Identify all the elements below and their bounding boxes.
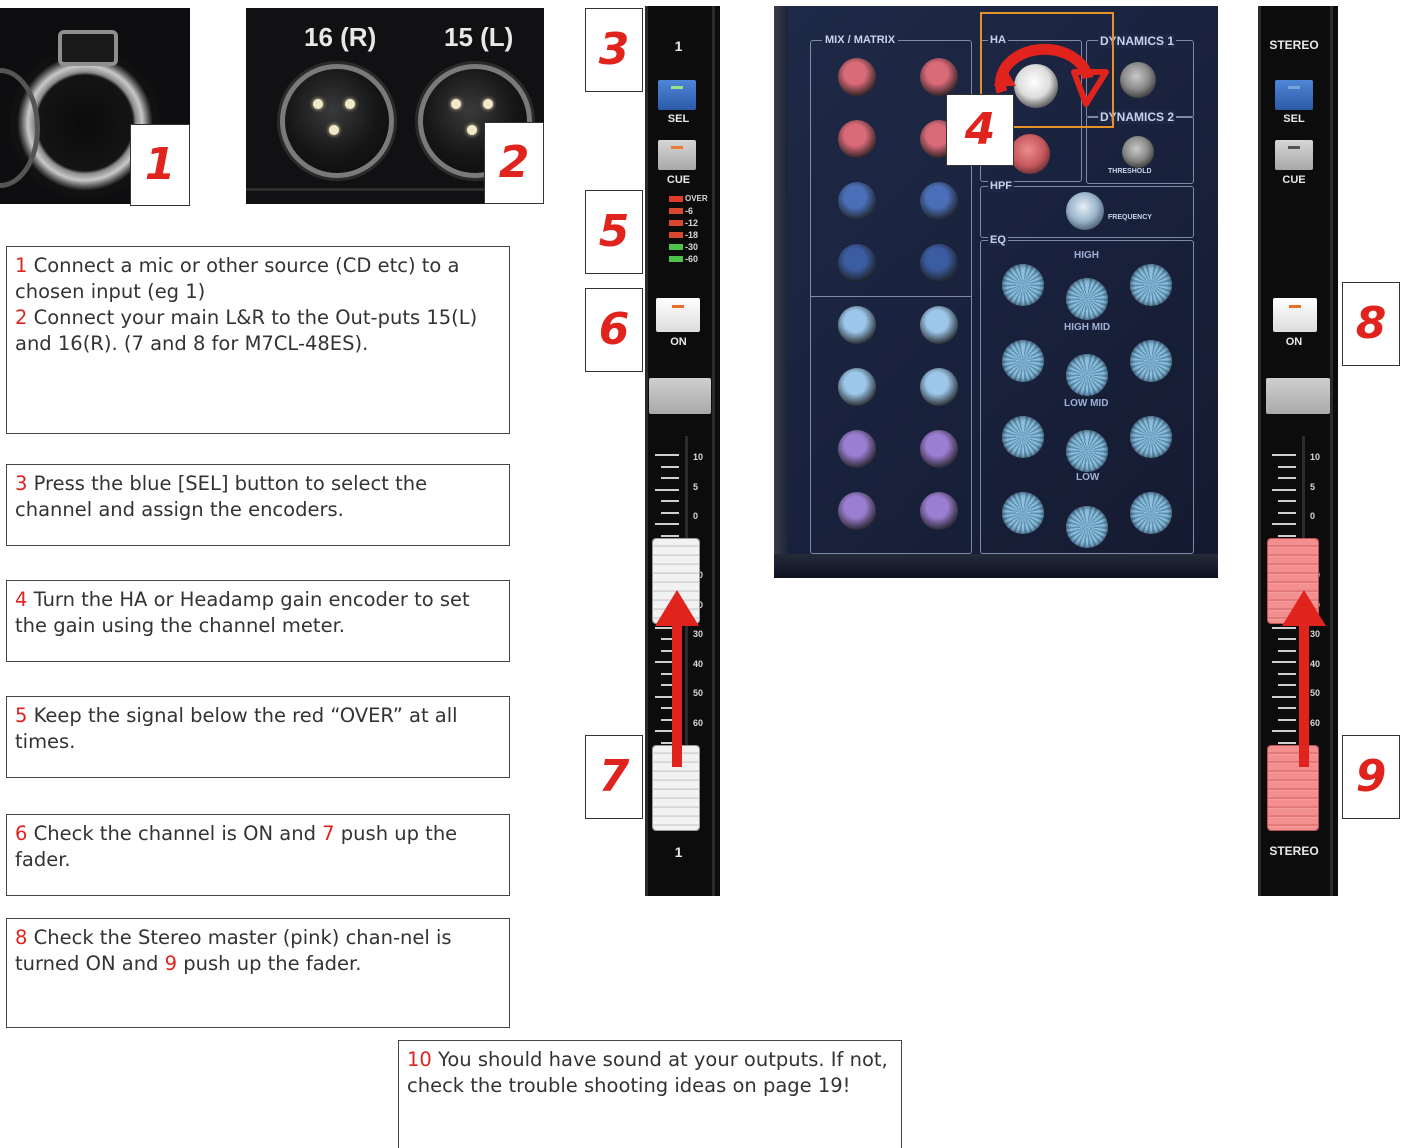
step-number: 10	[407, 1048, 432, 1071]
arrow-shaft	[672, 622, 682, 767]
step-box-4: 4 Turn the HA or Headamp gain encoder to…	[6, 580, 510, 662]
xlr-latch	[58, 30, 118, 66]
step-box-8-9: 8 Check the Stereo master (pink) chan-ne…	[6, 918, 510, 1028]
eq-knob[interactable]	[1066, 506, 1108, 548]
scale-label: 10	[1310, 452, 1321, 462]
xlr-output-16r	[280, 64, 394, 178]
eq-knob[interactable]	[1066, 278, 1108, 320]
step-number: 4	[15, 588, 28, 611]
scale-tick	[1272, 523, 1296, 525]
pin	[345, 99, 355, 109]
step-box-5: 5 Keep the signal below the red “OVER” a…	[6, 696, 510, 778]
push-up-arrow-9	[1282, 590, 1326, 767]
pin	[313, 99, 323, 109]
scale-tick	[655, 454, 679, 456]
scale-tick	[661, 477, 679, 479]
step-number: 9	[164, 952, 178, 975]
scale-label: 5	[693, 481, 699, 492]
step-text: push up the fader.	[177, 952, 362, 975]
eq-knob[interactable]	[1002, 492, 1044, 534]
step-text: Turn the HA or Headamp gain encoder to s…	[15, 588, 470, 637]
scale-tick	[661, 534, 679, 537]
step-number: 1	[15, 254, 28, 277]
callout-1: 1	[130, 124, 190, 206]
scale-tick	[1272, 488, 1296, 491]
scale-tick	[1278, 500, 1296, 502]
eq-knob[interactable]	[1066, 354, 1108, 396]
callout-2: 2	[484, 122, 544, 204]
scale-tick	[661, 511, 679, 514]
pin	[483, 99, 493, 109]
arrow-head	[1282, 590, 1326, 626]
step-box-6-7: 6 Check the channel is ON and 7 push up …	[6, 814, 510, 896]
scale-label: 0	[1310, 511, 1316, 521]
encoder-panel-photo: MIX / MATRIX HA N DYNAMICS 1 DYNAMICS 2 …	[774, 6, 1218, 578]
callout-4: 4	[946, 94, 1014, 166]
scale-tick	[1278, 477, 1296, 479]
callout-6: 6	[585, 288, 643, 372]
step-text: You should have sound at your outputs. I…	[407, 1048, 888, 1097]
pin	[329, 125, 339, 135]
scale-tick	[661, 465, 679, 468]
eq-knob[interactable]	[1002, 340, 1044, 382]
step-text: Press the blue [SEL] button to select th…	[15, 472, 428, 521]
eq-knob[interactable]	[1130, 340, 1172, 382]
output-label-16r: 16 (R)	[304, 22, 377, 52]
scale-tick	[1278, 511, 1296, 514]
scale-tick	[1272, 454, 1296, 456]
step-number: 2	[15, 306, 28, 329]
step-number: 5	[15, 704, 28, 727]
step-text: Connect your main L&R to the Out-puts 15…	[15, 306, 478, 355]
eq-knob[interactable]	[1130, 264, 1172, 306]
step-number: 6	[15, 822, 28, 845]
eq-knob[interactable]	[1002, 264, 1044, 306]
callout-5: 5	[585, 190, 643, 274]
output-label-15l: 15 (L)	[444, 22, 514, 52]
step-box-3: 3 Press the blue [SEL] button to select …	[6, 464, 510, 546]
pin	[451, 99, 461, 109]
callout-9: 9	[1342, 735, 1400, 819]
step-text: Keep the signal below the red “OVER” at …	[15, 704, 458, 753]
eq-knob[interactable]	[1130, 416, 1172, 458]
eq-knob[interactable]	[1002, 416, 1044, 458]
callout-8: 8	[1342, 282, 1400, 366]
callout-3: 3	[585, 8, 643, 92]
scale-tick	[655, 488, 679, 491]
channel-number-bottom: 1	[674, 844, 683, 860]
eq-knob[interactable]	[1130, 492, 1172, 534]
step-number: 7	[322, 822, 335, 845]
step-text: Check the channel is ON and	[27, 822, 323, 845]
step-number: 3	[15, 472, 28, 495]
step-box-1-2: 1 Connect a mic or other source (CD etc)…	[6, 246, 510, 434]
step-box-10: 10 You should have sound at your outputs…	[398, 1040, 902, 1148]
stereo-label-bottom: STEREO	[1269, 844, 1319, 858]
step-text: Connect a mic or other source (CD etc) t…	[15, 254, 460, 303]
push-up-arrow-1	[655, 590, 699, 767]
callout-7: 7	[585, 735, 643, 819]
arrow-shaft	[1299, 622, 1309, 767]
scale-tick	[1278, 465, 1296, 468]
scale-label: 0	[693, 511, 699, 521]
arrow-head	[655, 590, 699, 626]
eq-knob[interactable]	[1066, 430, 1108, 472]
scale-tick	[1278, 534, 1296, 537]
scale-label: 5	[1310, 481, 1316, 492]
step-number: 8	[15, 926, 28, 949]
scale-tick	[655, 523, 679, 525]
pin	[467, 125, 477, 135]
scale-label: 10	[693, 452, 704, 462]
scale-tick	[661, 500, 679, 502]
